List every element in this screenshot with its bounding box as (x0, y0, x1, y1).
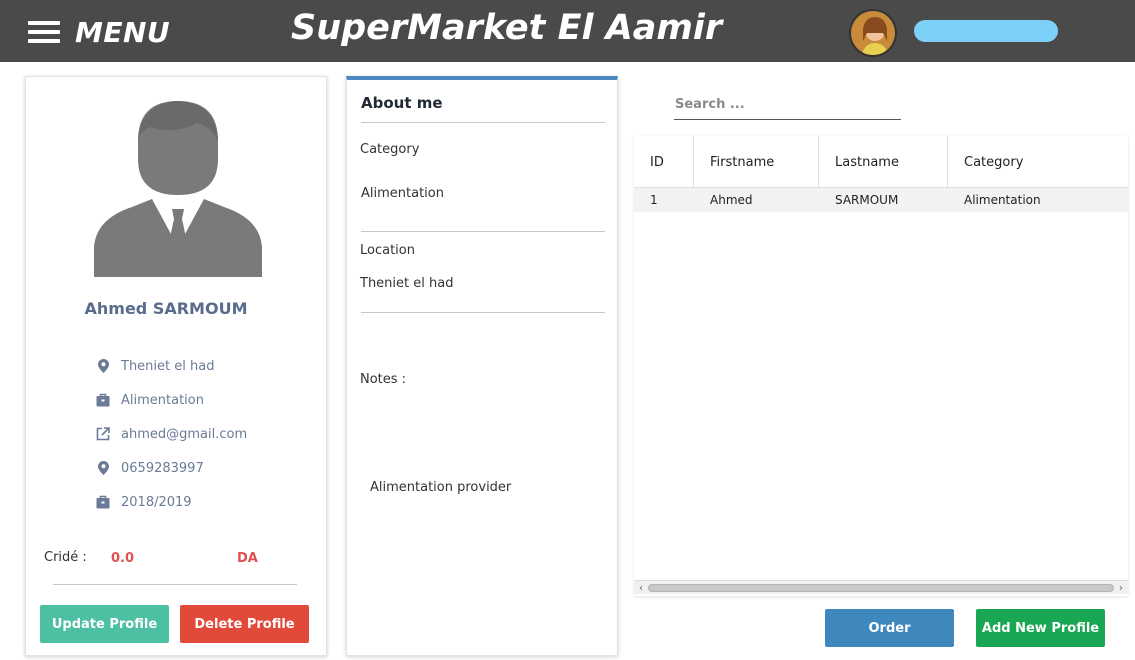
profile-email: ahmed@gmail.com (96, 426, 247, 442)
horizontal-scrollbar[interactable]: ‹ › (634, 580, 1128, 594)
order-button[interactable]: Order (825, 609, 954, 647)
cell-id: 1 (650, 193, 658, 207)
table-header: ID Firstname Lastname Category (634, 136, 1128, 188)
profile-phone-text: 0659283997 (121, 460, 204, 476)
category-label: Category (360, 142, 420, 157)
profile-location-text: Theniet el had (121, 358, 215, 374)
profile-name: Ahmed SARMOUM (84, 299, 248, 318)
credit-label: Cridé : (44, 550, 87, 565)
briefcase-icon (96, 392, 110, 408)
menu-label: MENU (75, 15, 171, 49)
column-header-lastname[interactable]: Lastname (819, 136, 948, 188)
profile-category: Alimentation (96, 392, 204, 408)
update-profile-button[interactable]: Update Profile (40, 605, 169, 643)
delete-profile-button[interactable]: Delete Profile (180, 605, 309, 643)
profile-category-text: Alimentation (121, 392, 204, 408)
notes-label: Notes : (360, 372, 407, 387)
profile-picture-icon (94, 101, 262, 277)
scrollbar-thumb[interactable] (648, 584, 1114, 592)
profile-year-text: 2018/2019 (121, 494, 192, 510)
location-label: Location (360, 243, 415, 258)
menu-button[interactable]: MENU (28, 14, 170, 50)
about-title: About me (361, 94, 443, 112)
column-header-id[interactable]: ID (634, 136, 694, 188)
profiles-table: ID Firstname Lastname Category 1 Ahmed S… (634, 136, 1128, 596)
profile-phone: 0659283997 (96, 460, 204, 476)
search-input[interactable] (674, 90, 901, 120)
table-row[interactable]: 1 Ahmed SARMOUM Alimentation (634, 188, 1128, 212)
profile-location: Theniet el had (96, 358, 214, 374)
credit-unit: DA (237, 551, 258, 566)
scroll-right-icon[interactable]: › (1114, 581, 1128, 595)
divider (53, 584, 297, 585)
credit-value: 0.0 (111, 551, 135, 566)
divider (361, 231, 605, 232)
cell-firstname: Ahmed (710, 193, 753, 207)
redacted-username (914, 20, 1058, 42)
about-card: About me Category Alimentation Location … (346, 76, 618, 656)
app-header: MENU SuperMarket El Aamir (0, 0, 1135, 62)
cell-lastname: SARMOUM (835, 193, 899, 207)
user-avatar[interactable] (849, 9, 897, 57)
profile-year: 2018/2019 (96, 494, 192, 510)
profile-email-text: ahmed@gmail.com (121, 426, 248, 442)
profile-card: Ahmed SARMOUM Theniet el had Alimentatio… (25, 76, 327, 656)
scroll-left-icon[interactable]: ‹ (634, 581, 648, 595)
app-title: SuperMarket El Aamir (291, 8, 723, 48)
notes-value: Alimentation provider (370, 480, 512, 495)
cell-category: Alimentation (964, 193, 1041, 207)
add-new-profile-button[interactable]: Add New Profile (976, 609, 1105, 647)
column-header-firstname[interactable]: Firstname (694, 136, 819, 188)
hamburger-icon (28, 21, 60, 43)
location-pin-icon (96, 358, 110, 374)
category-value: Alimentation (361, 186, 444, 201)
briefcase-icon (96, 494, 110, 510)
divider (361, 312, 605, 313)
divider (361, 122, 605, 123)
column-header-category[interactable]: Category (948, 136, 1128, 188)
location-pin-icon (96, 460, 110, 476)
location-value: Theniet el had (360, 276, 454, 291)
external-link-icon (96, 426, 110, 442)
